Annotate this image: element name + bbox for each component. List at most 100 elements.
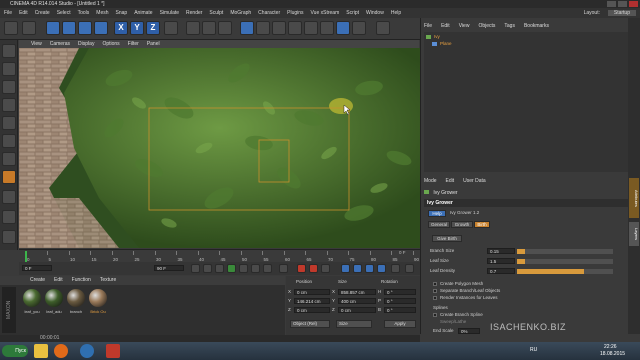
model-mode-icon[interactable] (2, 62, 16, 76)
create-polygon-mesh-checkbox[interactable] (433, 282, 437, 286)
minimize-button[interactable] (607, 1, 616, 7)
object-menu-edit[interactable]: Edit (441, 22, 450, 31)
attr-menu-userdata[interactable]: User Data (463, 177, 486, 186)
make-editable-icon[interactable] (2, 44, 16, 58)
undo-icon[interactable] (4, 21, 18, 35)
give-birth-button[interactable]: Give Birth (432, 235, 462, 242)
coord-mode-select[interactable]: Object (Rel) (290, 320, 330, 328)
object-menu-bookmarks[interactable]: Bookmarks (524, 22, 549, 31)
layout-select[interactable]: Startup (607, 10, 636, 16)
subdivision-icon[interactable] (272, 21, 286, 35)
tab-layers-side[interactable]: Layers (629, 222, 639, 246)
polygons-mode-icon[interactable] (2, 152, 16, 166)
object-menu-view[interactable]: View (459, 22, 470, 31)
rotation-b-field[interactable]: 0 ° (384, 307, 416, 313)
redo-icon[interactable] (22, 21, 36, 35)
render-picture-viewer-icon[interactable] (202, 21, 216, 35)
point-level-icon[interactable] (391, 264, 400, 273)
next-frame-icon[interactable] (239, 264, 248, 273)
snap-icon[interactable] (2, 170, 16, 184)
menu-select[interactable]: Select (57, 10, 71, 16)
keyframe-selection-icon[interactable] (321, 264, 330, 273)
size-x-field[interactable]: 858.857 cm (338, 289, 376, 295)
start-frame-field[interactable]: 0 F (22, 265, 52, 271)
rotate-icon[interactable] (94, 21, 108, 35)
render-view-icon[interactable] (186, 21, 200, 35)
record-icon[interactable] (297, 264, 306, 273)
rotation-key-icon[interactable] (365, 264, 374, 273)
end-frame-field[interactable]: 90 F (154, 265, 184, 271)
material-item[interactable]: leaf_adu (44, 289, 64, 319)
viewport-menu-filter[interactable]: Filter (128, 40, 139, 48)
rotation-p-field[interactable]: 0 ° (384, 298, 416, 304)
environment-icon[interactable] (320, 21, 334, 35)
menu-edit[interactable]: Edit (19, 10, 28, 16)
material-menu-edit[interactable]: Edit (54, 276, 63, 285)
separate-objects-checkbox[interactable] (433, 289, 437, 293)
start-button[interactable]: Пуск (2, 345, 28, 357)
tab-growth[interactable]: Growth (451, 221, 473, 228)
viewport-menu-cameras[interactable]: Cameras (50, 40, 70, 48)
create-branch-spline-checkbox[interactable] (433, 313, 437, 317)
material-item[interactable]: Brick Ou (88, 289, 108, 319)
menu-window[interactable]: Window (366, 10, 384, 16)
axis-mode-icon[interactable] (2, 190, 16, 204)
rotation-h-field[interactable]: 0 ° (384, 289, 416, 295)
pen-icon[interactable] (256, 21, 270, 35)
menu-animate[interactable]: Animate (134, 10, 152, 16)
object-menu-tags[interactable]: Tags (504, 22, 515, 31)
position-key-icon[interactable] (341, 264, 350, 273)
timeline-playhead[interactable] (25, 251, 27, 262)
y-axis-lock-icon[interactable]: Y (130, 21, 144, 35)
object-menu-objects[interactable]: Objects (478, 22, 495, 31)
coord-size-select[interactable]: Size (336, 320, 372, 328)
cinema4d-taskbar-icon[interactable] (80, 344, 94, 358)
material-item[interactable]: leaf_you (22, 289, 42, 319)
x-axis-lock-icon[interactable]: X (114, 21, 128, 35)
loop-icon[interactable] (279, 264, 288, 273)
previous-key-icon[interactable] (203, 264, 212, 273)
coordinate-system-icon[interactable] (164, 21, 178, 35)
menu-mesh[interactable]: Mesh (96, 10, 108, 16)
points-mode-icon[interactable] (2, 116, 16, 130)
object-row-plane[interactable]: Plane (432, 41, 522, 47)
scale-key-icon[interactable] (353, 264, 362, 273)
maximize-button[interactable] (618, 1, 627, 7)
menu-tools[interactable]: Tools (78, 10, 90, 16)
position-x-field[interactable]: 0 cm (294, 289, 330, 295)
array-icon[interactable] (288, 21, 302, 35)
edges-mode-icon[interactable] (2, 134, 16, 148)
material-menu-function[interactable]: Function (72, 276, 91, 285)
menu-help[interactable]: Help (391, 10, 401, 16)
render-instances-checkbox[interactable] (433, 296, 437, 300)
play-icon[interactable] (227, 264, 236, 273)
position-z-field[interactable]: 0 cm (294, 307, 330, 313)
branch-size-slider[interactable] (517, 249, 613, 254)
cube-icon[interactable] (240, 21, 254, 35)
timeline-ruler[interactable]: 0 5 10 15 20 25 30 35 40 45 50 55 60 65 70 75 80 85 90 (19, 249, 420, 262)
viewport-menu-display[interactable]: Display (78, 40, 94, 48)
menu-file[interactable]: File (4, 10, 12, 16)
menu-create[interactable]: Create (35, 10, 50, 16)
menu-script[interactable]: Script (346, 10, 359, 16)
next-key-icon[interactable] (251, 264, 260, 273)
menu-sculpt[interactable]: Sculpt (209, 10, 223, 16)
camera-icon[interactable] (336, 21, 350, 35)
branch-size-field[interactable]: 0.15 (487, 248, 515, 254)
parameter-key-icon[interactable] (377, 264, 386, 273)
end-scale-field[interactable]: 0% (458, 328, 480, 334)
move-icon[interactable] (62, 21, 76, 35)
go-to-end-icon[interactable] (263, 264, 272, 273)
material-menu-texture[interactable]: Texture (100, 276, 116, 285)
viewport-menu-view[interactable]: View (31, 40, 42, 48)
menu-snap[interactable]: Snap (116, 10, 128, 16)
menu-character[interactable]: Character (258, 10, 280, 16)
solo-mode-icon[interactable] (2, 230, 16, 244)
app-taskbar-icon[interactable] (106, 344, 120, 358)
viewport-menu-panel[interactable]: Panel (147, 40, 160, 48)
render-settings-icon[interactable] (218, 21, 232, 35)
attr-menu-mode[interactable]: Mode (424, 177, 437, 186)
size-z-field[interactable]: 0 cm (338, 307, 376, 313)
timeline-menu-icon[interactable] (405, 264, 414, 273)
leaf-density-field[interactable]: 0.7 (487, 268, 515, 274)
